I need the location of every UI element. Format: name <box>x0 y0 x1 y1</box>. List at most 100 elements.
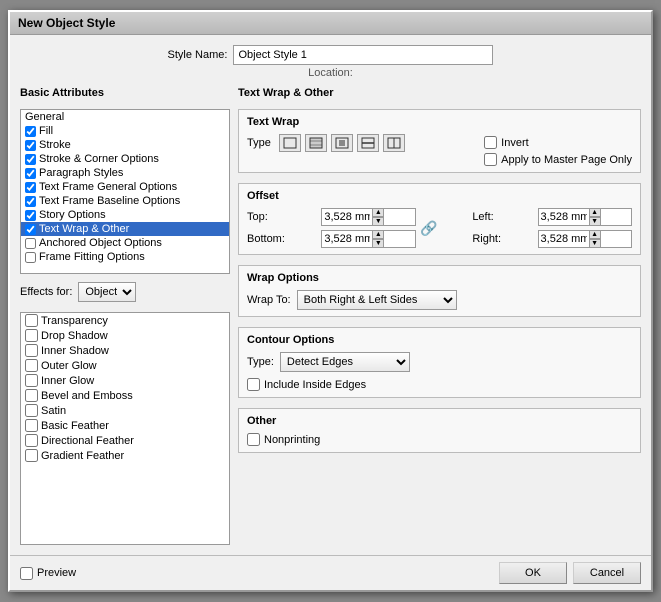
bottom-spin-down[interactable]: ▼ <box>372 239 384 248</box>
list-item-checkbox[interactable] <box>25 140 36 151</box>
effects-item[interactable]: Transparency <box>21 313 229 328</box>
list-item-checkbox[interactable] <box>25 224 36 235</box>
include-inside-label: Include Inside Edges <box>264 379 366 391</box>
wrap-type-bounding-btn[interactable] <box>305 134 327 152</box>
left-spin-up[interactable]: ▲ <box>589 208 601 217</box>
offset-section: Offset Top: ▲ ▼ 🔗 Left: <box>238 183 641 255</box>
effects-item[interactable]: Outer Glow <box>21 358 229 373</box>
bounding-box-icon <box>309 137 323 149</box>
style-name-input[interactable] <box>233 45 493 65</box>
list-item[interactable]: Fill <box>21 124 229 138</box>
list-item-label: General <box>25 111 64 123</box>
top-spin-up[interactable]: ▲ <box>372 208 384 217</box>
right-spin-down[interactable]: ▼ <box>589 239 601 248</box>
list-item-checkbox[interactable] <box>25 252 36 263</box>
list-item[interactable]: Stroke <box>21 138 229 152</box>
effects-item-label: Satin <box>41 405 66 417</box>
right-value-input[interactable] <box>539 231 589 247</box>
top-spin-down[interactable]: ▼ <box>372 217 384 226</box>
effects-item-label: Directional Feather <box>41 435 134 447</box>
list-item-checkbox[interactable] <box>25 182 36 193</box>
effects-item-label: Gradient Feather <box>41 450 124 462</box>
bottom-spin-up[interactable]: ▲ <box>372 230 384 239</box>
effects-for-label: Effects for: <box>20 286 72 298</box>
left-spin-down[interactable]: ▼ <box>589 217 601 226</box>
effects-item-label: Bevel and Emboss <box>41 390 133 402</box>
effects-item[interactable]: Satin <box>21 403 229 418</box>
list-item-checkbox[interactable] <box>25 126 36 137</box>
list-item-label: Text Frame General Options <box>39 181 177 193</box>
list-item[interactable]: Text Frame General Options <box>21 180 229 194</box>
effects-item[interactable]: Bevel and Emboss <box>21 388 229 403</box>
effects-item-checkbox[interactable] <box>25 449 38 462</box>
link-icon[interactable]: 🔗 <box>422 210 436 246</box>
effects-item-checkbox[interactable] <box>25 374 38 387</box>
list-item[interactable]: General <box>21 110 229 124</box>
right-spin-up[interactable]: ▲ <box>589 230 601 239</box>
wrap-type-jump-btn[interactable] <box>357 134 379 152</box>
object-shape-icon <box>335 137 349 149</box>
list-item[interactable]: Text Frame Baseline Options <box>21 194 229 208</box>
effects-item-checkbox[interactable] <box>25 404 38 417</box>
list-item-label: Paragraph Styles <box>39 167 123 179</box>
effects-list[interactable]: Transparency Drop Shadow Inner Shadow Ou… <box>20 312 230 545</box>
effects-item[interactable]: Inner Shadow <box>21 343 229 358</box>
jump-object-icon <box>361 137 375 149</box>
effects-item[interactable]: Gradient Feather <box>21 448 229 463</box>
top-label: Top: <box>247 211 315 223</box>
contour-type-select[interactable]: Detect Edges <box>280 352 410 372</box>
list-item-checkbox[interactable] <box>25 168 36 179</box>
list-item-label: Stroke & Corner Options <box>39 153 159 165</box>
wrap-options-title: Wrap Options <box>247 272 632 284</box>
effects-item[interactable]: Basic Feather <box>21 418 229 433</box>
wrap-to-select[interactable]: Both Right & Left Sides <box>297 290 457 310</box>
apply-master-checkbox[interactable] <box>484 153 497 166</box>
effects-item-checkbox[interactable] <box>25 359 38 372</box>
attributes-list[interactable]: General Fill Stroke Stroke & Corner Opti… <box>20 109 230 274</box>
list-item[interactable]: Paragraph Styles <box>21 166 229 180</box>
left-label: Left: <box>472 211 531 223</box>
effects-item-checkbox[interactable] <box>25 329 38 342</box>
top-value-input[interactable] <box>322 209 372 225</box>
include-inside-checkbox[interactable] <box>247 378 260 391</box>
location-label: Location: <box>308 67 353 79</box>
list-item-label: Anchored Object Options <box>39 237 162 249</box>
text-wrap-title: Text Wrap <box>247 116 632 128</box>
nonprinting-checkbox[interactable] <box>247 433 260 446</box>
effects-item[interactable]: Directional Feather <box>21 433 229 448</box>
list-item-checkbox[interactable] <box>25 210 36 221</box>
list-item[interactable]: Story Options <box>21 208 229 222</box>
top-spin[interactable]: ▲ ▼ <box>321 208 415 226</box>
invert-checkbox[interactable] <box>484 136 497 149</box>
dialog-title: New Object Style <box>18 16 115 30</box>
preview-checkbox[interactable] <box>20 567 33 580</box>
list-item-checkbox[interactable] <box>25 196 36 207</box>
right-spin[interactable]: ▲ ▼ <box>538 230 632 248</box>
effects-item[interactable]: Drop Shadow <box>21 328 229 343</box>
right-label: Right: <box>472 233 531 245</box>
ok-button[interactable]: OK <box>499 562 567 584</box>
list-item[interactable]: Frame Fitting Options <box>21 250 229 264</box>
list-item-checkbox[interactable] <box>25 238 36 249</box>
effects-item[interactable]: Inner Glow <box>21 373 229 388</box>
wrap-type-object-btn[interactable] <box>331 134 353 152</box>
list-item[interactable]: Stroke & Corner Options <box>21 152 229 166</box>
wrap-type-none-btn[interactable] <box>279 134 301 152</box>
list-item-checkbox[interactable] <box>25 154 36 165</box>
effects-item-checkbox[interactable] <box>25 419 38 432</box>
effects-for-select[interactable]: Object <box>78 282 136 302</box>
effects-item-label: Drop Shadow <box>41 330 108 342</box>
bottom-value-input[interactable] <box>322 231 372 247</box>
wrap-type-next-btn[interactable] <box>383 134 405 152</box>
left-value-input[interactable] <box>539 209 589 225</box>
cancel-button[interactable]: Cancel <box>573 562 641 584</box>
effects-item-checkbox[interactable] <box>25 314 38 327</box>
list-item[interactable]: Anchored Object Options <box>21 236 229 250</box>
effects-item-checkbox[interactable] <box>25 344 38 357</box>
contour-options-title: Contour Options <box>247 334 632 346</box>
effects-item-checkbox[interactable] <box>25 389 38 402</box>
list-item-selected[interactable]: Text Wrap & Other <box>21 222 229 236</box>
effects-item-checkbox[interactable] <box>25 434 38 447</box>
bottom-spin[interactable]: ▲ ▼ <box>321 230 415 248</box>
left-spin[interactable]: ▲ ▼ <box>538 208 632 226</box>
